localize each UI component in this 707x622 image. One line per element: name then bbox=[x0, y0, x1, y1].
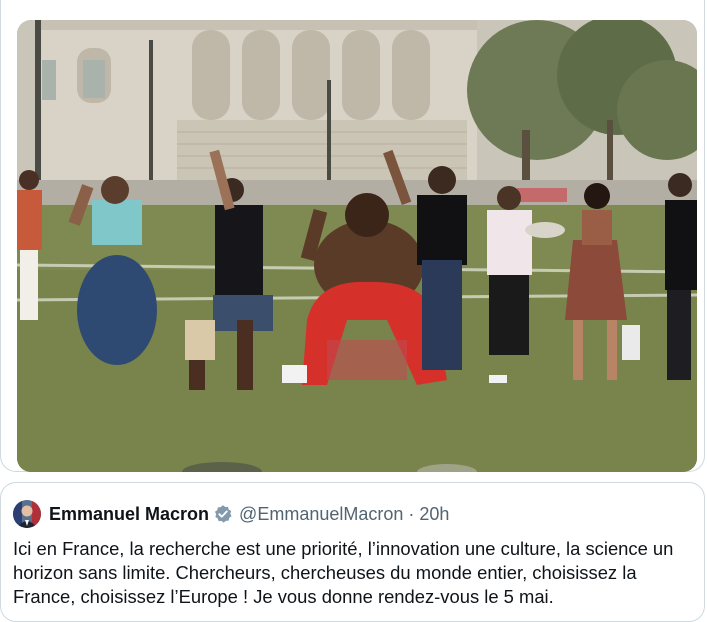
previous-tweet-card bbox=[0, 0, 705, 472]
tweet-text: Ici en France, la recherche est une prio… bbox=[13, 538, 674, 607]
separator-dot: · bbox=[408, 503, 415, 524]
author-display-name[interactable]: Emmanuel Macron bbox=[49, 504, 209, 525]
tweet-header: Emmanuel Macron @EmmanuelMacron · 20h bbox=[13, 499, 449, 529]
tweet-photo[interactable] bbox=[17, 20, 697, 472]
group-photo-image bbox=[17, 20, 697, 472]
tweet-timestamp[interactable]: 20h bbox=[419, 504, 449, 525]
author-handle[interactable]: @EmmanuelMacron bbox=[239, 504, 403, 525]
tweet-card[interactable]: Emmanuel Macron @EmmanuelMacron · 20h Ic… bbox=[0, 482, 705, 622]
verified-badge-icon bbox=[213, 504, 233, 524]
avatar-icon[interactable] bbox=[13, 500, 41, 528]
